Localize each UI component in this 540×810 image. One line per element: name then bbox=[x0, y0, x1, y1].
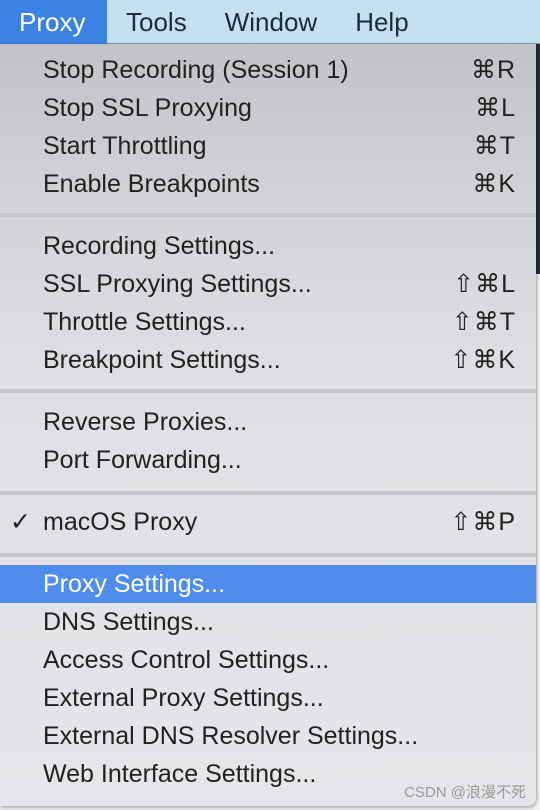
checkmark-icon: ✓ bbox=[10, 508, 31, 536]
menubar-help[interactable]: Help bbox=[336, 0, 427, 44]
menu-item-label: Web Interface Settings... bbox=[43, 760, 317, 788]
menu-item-stop-ssl-proxying[interactable]: Stop SSL Proxying ⌘L bbox=[0, 89, 536, 127]
menu-item-macos-proxy[interactable]: ✓ macOS Proxy ⇧⌘P bbox=[0, 503, 536, 541]
menu-item-label: Stop Recording (Session 1) bbox=[43, 56, 349, 84]
menu-item-reverse-proxies[interactable]: Reverse Proxies... bbox=[0, 403, 536, 441]
menu-item-external-dns-resolver-settings[interactable]: External DNS Resolver Settings... bbox=[0, 717, 536, 755]
shortcut-label: ⌘T bbox=[473, 132, 516, 160]
menu-item-label: Enable Breakpoints bbox=[43, 170, 260, 198]
menu-bar: Proxy Tools Window Help bbox=[0, 0, 540, 44]
menu-item-label: Recording Settings... bbox=[43, 232, 276, 260]
menu-item-ssl-proxying-settings[interactable]: SSL Proxying Settings... ⇧⌘L bbox=[0, 265, 536, 303]
menu-separator bbox=[0, 389, 536, 393]
shortcut-label: ⇧⌘L bbox=[453, 270, 516, 298]
shortcut-label: ⇧⌘K bbox=[450, 346, 516, 374]
shortcut-label: ⇧⌘P bbox=[450, 508, 516, 536]
menu-item-enable-breakpoints[interactable]: Enable Breakpoints ⌘K bbox=[0, 165, 536, 203]
menubar-window[interactable]: Window bbox=[206, 0, 336, 44]
menu-item-proxy-settings[interactable]: Proxy Settings... bbox=[0, 565, 536, 603]
menu-item-label: Start Throttling bbox=[43, 132, 207, 160]
menu-item-label: External DNS Resolver Settings... bbox=[43, 722, 419, 750]
menu-item-external-proxy-settings[interactable]: External Proxy Settings... bbox=[0, 679, 536, 717]
menubar-proxy[interactable]: Proxy bbox=[0, 0, 107, 44]
menu-item-label: SSL Proxying Settings... bbox=[43, 270, 312, 298]
menu-item-breakpoint-settings[interactable]: Breakpoint Settings... ⇧⌘K bbox=[0, 341, 536, 379]
shortcut-label: ⌘L bbox=[475, 94, 516, 122]
menu-item-label: macOS Proxy bbox=[43, 508, 198, 536]
menu-item-throttle-settings[interactable]: Throttle Settings... ⇧⌘T bbox=[0, 303, 536, 341]
menu-item-access-control-settings[interactable]: Access Control Settings... bbox=[0, 641, 536, 679]
menu-item-stop-recording-session-1[interactable]: Stop Recording (Session 1) ⌘R bbox=[0, 51, 536, 89]
menu-item-recording-settings[interactable]: Recording Settings... bbox=[0, 227, 536, 265]
menu-item-dns-settings[interactable]: DNS Settings... bbox=[0, 603, 536, 641]
menu-item-label: Reverse Proxies... bbox=[43, 408, 248, 436]
menu-item-label: Port Forwarding... bbox=[43, 446, 242, 474]
shortcut-label: ⌘K bbox=[472, 170, 516, 198]
proxy-menu: Stop Recording (Session 1) ⌘R Stop SSL Pro… bbox=[0, 44, 536, 806]
menu-item-port-forwarding[interactable]: Port Forwarding... bbox=[0, 441, 536, 479]
menu-item-label: DNS Settings... bbox=[43, 608, 214, 636]
menubar-tools[interactable]: Tools bbox=[107, 0, 206, 44]
shortcut-label: ⇧⌘T bbox=[451, 308, 516, 336]
menu-separator bbox=[0, 491, 536, 495]
menu-separator bbox=[0, 553, 536, 557]
menu-item-label: Access Control Settings... bbox=[43, 646, 330, 674]
menu-item-start-throttling[interactable]: Start Throttling ⌘T bbox=[0, 127, 536, 165]
shortcut-label: ⌘R bbox=[470, 56, 516, 84]
menu-item-label: External Proxy Settings... bbox=[43, 684, 324, 712]
menu-item-label: Proxy Settings... bbox=[43, 570, 226, 598]
menu-item-label: Breakpoint Settings... bbox=[43, 346, 281, 374]
menu-separator bbox=[0, 213, 536, 217]
watermark: CSDN @浪漫不死 bbox=[404, 784, 526, 801]
menu-item-label: Throttle Settings... bbox=[43, 308, 246, 336]
menu-item-label: Stop SSL Proxying bbox=[43, 94, 252, 122]
